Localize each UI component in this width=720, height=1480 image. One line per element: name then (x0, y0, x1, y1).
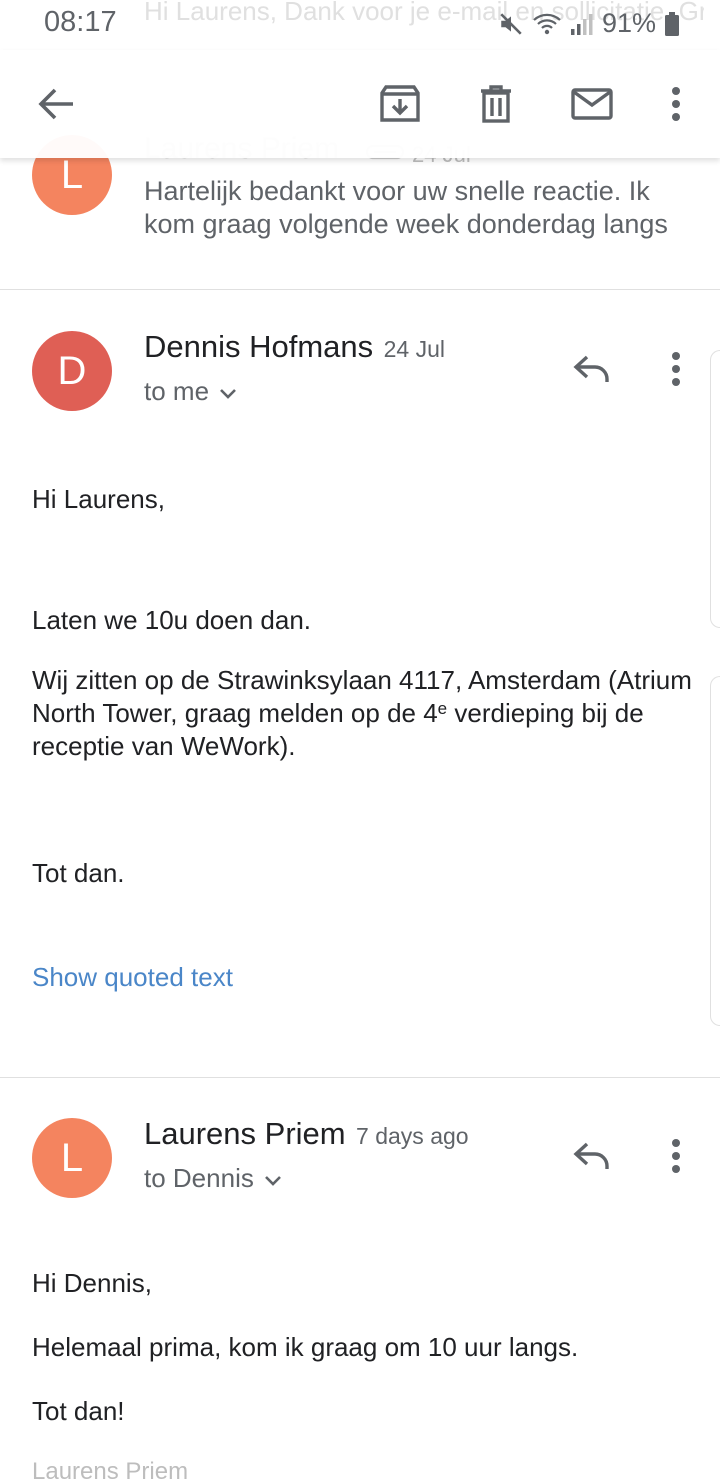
more-vert-icon[interactable] (650, 78, 702, 130)
trash-icon[interactable] (470, 78, 522, 130)
sender-line: Laurens Priem 7 days ago (144, 1116, 469, 1152)
superscript-text: e (437, 699, 448, 718)
signal-icon (570, 11, 594, 37)
scroll-edge (710, 350, 720, 628)
scrollbar-thumb[interactable] (710, 676, 720, 1026)
message-closing: Tot dan. (32, 858, 125, 888)
reply-icon (573, 354, 611, 389)
message-greeting: Hi Dennis, (32, 1268, 152, 1298)
status-indicators: 91% (498, 8, 680, 39)
sender-line: Dennis Hofmans 24 Jul (144, 329, 445, 365)
archive-icon[interactable] (374, 78, 426, 130)
recipient-toggle[interactable]: to Dennis (144, 1163, 282, 1194)
message-more-button[interactable] (656, 1136, 696, 1180)
avatar: D (32, 331, 112, 411)
message-snippet: Hartelijk bedankt voor uw snelle reactie… (144, 176, 668, 239)
message-toolbar (0, 50, 720, 158)
battery-icon (664, 11, 680, 37)
sender-name: Laurens Priem (144, 1116, 346, 1151)
recipient-label: to Dennis (144, 1163, 254, 1193)
reply-icon (573, 1141, 611, 1176)
recipient-label: to me (144, 376, 210, 406)
mail-icon[interactable] (566, 78, 618, 130)
wifi-icon (532, 11, 562, 37)
more-vert-icon (670, 351, 682, 392)
recipient-toggle[interactable]: to me (144, 376, 237, 407)
message-line: Laten we 10u doen dan. (32, 605, 312, 635)
more-vert-icon (670, 1138, 682, 1179)
message-greeting: Hi Laurens, (32, 484, 165, 514)
message-date: 24 Jul (383, 336, 445, 362)
chevron-down-icon (219, 376, 237, 407)
back-arrow-icon[interactable] (30, 78, 82, 130)
message-header: D Dennis Hofmans 24 Jul to me (0, 329, 720, 431)
message-header: L Laurens Priem 7 days ago to Dennis (0, 1116, 720, 1218)
avatar: L (32, 1118, 112, 1198)
status-bar: 08:17 91% (0, 0, 720, 50)
message-more-button[interactable] (656, 349, 696, 393)
mute-icon (498, 11, 524, 37)
divider (0, 1077, 720, 1078)
show-quoted-text-link[interactable]: Show quoted text (32, 962, 233, 993)
battery-percent: 91% (601, 8, 656, 38)
message-signature: Laurens Priem (32, 1458, 189, 1480)
reply-button[interactable] (566, 1136, 618, 1180)
sender-name: Dennis Hofmans (144, 329, 374, 364)
message-closing: Tot dan! (32, 1396, 125, 1426)
message-paragraph: Wij zitten op de Strawinksylaan 4117, Am… (32, 664, 692, 763)
chevron-down-icon (264, 1163, 282, 1194)
message-date: 7 days ago (356, 1123, 469, 1149)
status-time: 08:17 (44, 6, 117, 38)
reply-button[interactable] (566, 349, 618, 393)
message-line: Helemaal prima, kom ik graag om 10 uur l… (32, 1332, 579, 1362)
